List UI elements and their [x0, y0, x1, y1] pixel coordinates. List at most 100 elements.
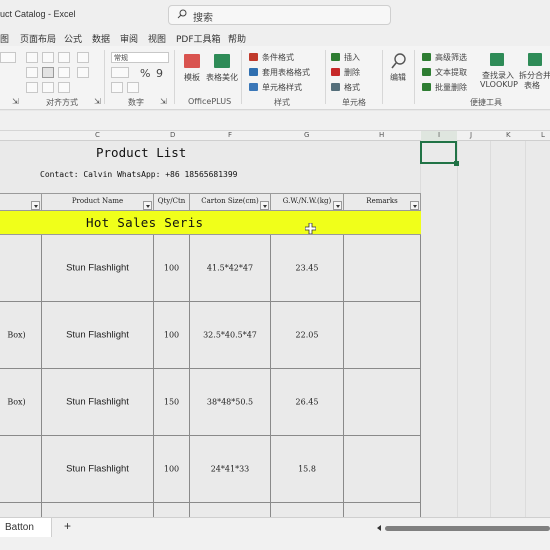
worksheet-grid[interactable]: Product List Contact: Calvin WhatsApp: +… [0, 141, 550, 517]
table-beautify-button[interactable]: 表格美化 [206, 72, 238, 83]
filter-dropdown-icon[interactable] [410, 201, 419, 210]
cell-b[interactable] [0, 436, 42, 502]
vlookup-button-line2[interactable]: VLOOKUP [480, 80, 518, 89]
number-launcher-icon[interactable]: ⇲ [160, 97, 167, 106]
horizontal-scrollbar[interactable] [375, 524, 550, 532]
cell-style-button[interactable]: 单元格样式 [262, 82, 302, 93]
edit-button[interactable]: 编辑 [390, 72, 406, 83]
cell-remarks[interactable] [344, 302, 421, 368]
menu-tab-review[interactable]: 审阅 [120, 32, 138, 45]
column-header-h[interactable]: H [379, 131, 384, 139]
cell-carton-size[interactable]: 38*48*50.5 [190, 369, 271, 435]
filter-dropdown-icon[interactable] [143, 201, 152, 210]
cell-qty[interactable] [154, 503, 190, 517]
cell-b[interactable] [0, 503, 42, 517]
cell-weight[interactable]: 22.05 [271, 302, 344, 368]
selected-cell[interactable] [420, 141, 459, 166]
cell-weight[interactable]: 15.8 [271, 436, 344, 502]
filter-dropdown-icon[interactable] [260, 201, 269, 210]
cell-remarks[interactable] [344, 235, 421, 301]
cell-carton-size[interactable]: 32.5*40.5*47 [190, 302, 271, 368]
cell-remarks[interactable] [344, 503, 421, 517]
add-sheet-button[interactable]: + [64, 519, 71, 533]
cell-product-name[interactable]: Stun Flashlight [42, 235, 154, 301]
filter-dropdown-icon[interactable] [333, 201, 342, 210]
align-top-button[interactable] [26, 52, 38, 63]
currency-button[interactable] [111, 67, 129, 78]
batch-delete-button[interactable]: 批量删除 [435, 82, 467, 93]
header-cell-product-name: Product Name [42, 194, 154, 212]
search-box[interactable]: 搜索 [168, 5, 391, 25]
column-header-j[interactable]: J [470, 131, 472, 139]
menu-tab-formulas[interactable]: 公式 [64, 32, 82, 45]
align-center-button[interactable] [42, 67, 54, 78]
merge-center-button[interactable] [77, 67, 89, 78]
scrollbar-thumb[interactable] [385, 526, 550, 531]
table-format-button[interactable]: 套用表格格式 [262, 67, 310, 78]
cell-product-name[interactable] [42, 503, 154, 517]
cell-b[interactable]: Box) [0, 369, 42, 435]
cell-product-name[interactable]: Stun Flashlight [42, 369, 154, 435]
menu-tab-data[interactable]: 数据 [92, 32, 110, 45]
menu-tab-pdf-tools[interactable]: PDF工具箱 [176, 32, 221, 45]
column-header-l[interactable]: L [541, 131, 545, 139]
font-size-dropdown[interactable] [0, 52, 16, 63]
wrap-text-button[interactable] [77, 52, 89, 63]
increase-indent-button[interactable] [42, 82, 54, 93]
number-format-dropdown[interactable]: 常规 [111, 52, 169, 63]
cell-carton-size[interactable]: 24*41*33 [190, 436, 271, 502]
menu-tab-help[interactable]: 帮助 [228, 32, 246, 45]
table-format-icon [249, 68, 258, 76]
cell-b[interactable] [0, 235, 42, 301]
conditional-format-button[interactable]: 条件格式 [262, 52, 294, 63]
cell-weight[interactable] [271, 503, 344, 517]
cell-qty[interactable]: 100 [154, 436, 190, 502]
cell-qty[interactable]: 100 [154, 235, 190, 301]
cell-weight[interactable]: 26.45 [271, 369, 344, 435]
column-header-g[interactable]: G [304, 131, 309, 139]
align-right-button[interactable] [58, 67, 70, 78]
align-left-button[interactable] [26, 67, 38, 78]
scroll-left-icon[interactable] [375, 524, 383, 532]
increase-decimal-button[interactable] [111, 82, 123, 93]
cell-remarks[interactable] [344, 436, 421, 502]
status-bar [0, 537, 550, 550]
cell-weight[interactable]: 23.45 [271, 235, 344, 301]
column-headers: C D F G H I J K L [0, 131, 550, 141]
cell-qty[interactable]: 100 [154, 302, 190, 368]
orientation-button[interactable] [58, 82, 70, 93]
decrease-indent-button[interactable] [26, 82, 38, 93]
menu-tab-insert[interactable]: 图 [0, 32, 9, 45]
cell-product-name[interactable]: Stun Flashlight [42, 302, 154, 368]
menu-tab-view[interactable]: 视图 [148, 32, 166, 45]
column-header-c[interactable]: C [95, 131, 100, 139]
sheet-tab-label: Batton [5, 522, 34, 533]
column-header-i[interactable]: I [421, 131, 457, 141]
decrease-decimal-button[interactable] [127, 82, 139, 93]
alignment-launcher-icon[interactable]: ⇲ [94, 97, 101, 106]
template-button[interactable]: 模板 [184, 72, 200, 83]
cell-product-name[interactable]: Stun Flashlight [42, 436, 154, 502]
cell-carton-size[interactable] [190, 503, 271, 517]
insert-button[interactable]: 插入 [344, 52, 360, 63]
percent-button[interactable]: % [140, 67, 150, 80]
column-header-d[interactable]: D [170, 131, 175, 139]
column-header-f[interactable]: F [228, 131, 232, 139]
split-merge-button-line2[interactable]: 表格 [524, 80, 540, 91]
filter-dropdown-icon[interactable] [31, 201, 40, 210]
format-button[interactable]: 格式 [344, 82, 360, 93]
cell-qty[interactable]: 150 [154, 369, 190, 435]
align-middle-button[interactable] [42, 52, 54, 63]
cell-b[interactable]: Box) [0, 302, 42, 368]
text-extract-button[interactable]: 文本提取 [435, 67, 467, 78]
cell-carton-size[interactable]: 41.5*42*47 [190, 235, 271, 301]
cell-remarks[interactable] [344, 369, 421, 435]
comma-button[interactable]: 9 [156, 67, 163, 80]
column-header-k[interactable]: K [506, 131, 511, 139]
advanced-filter-button[interactable]: 高级筛选 [435, 52, 467, 63]
delete-button[interactable]: 删除 [344, 67, 360, 78]
font-group-launcher-icon[interactable]: ⇲ [12, 97, 19, 106]
align-bottom-button[interactable] [58, 52, 70, 63]
sheet-tab-active[interactable]: Batton [0, 518, 52, 537]
menu-tab-page-layout[interactable]: 页面布局 [20, 32, 56, 45]
